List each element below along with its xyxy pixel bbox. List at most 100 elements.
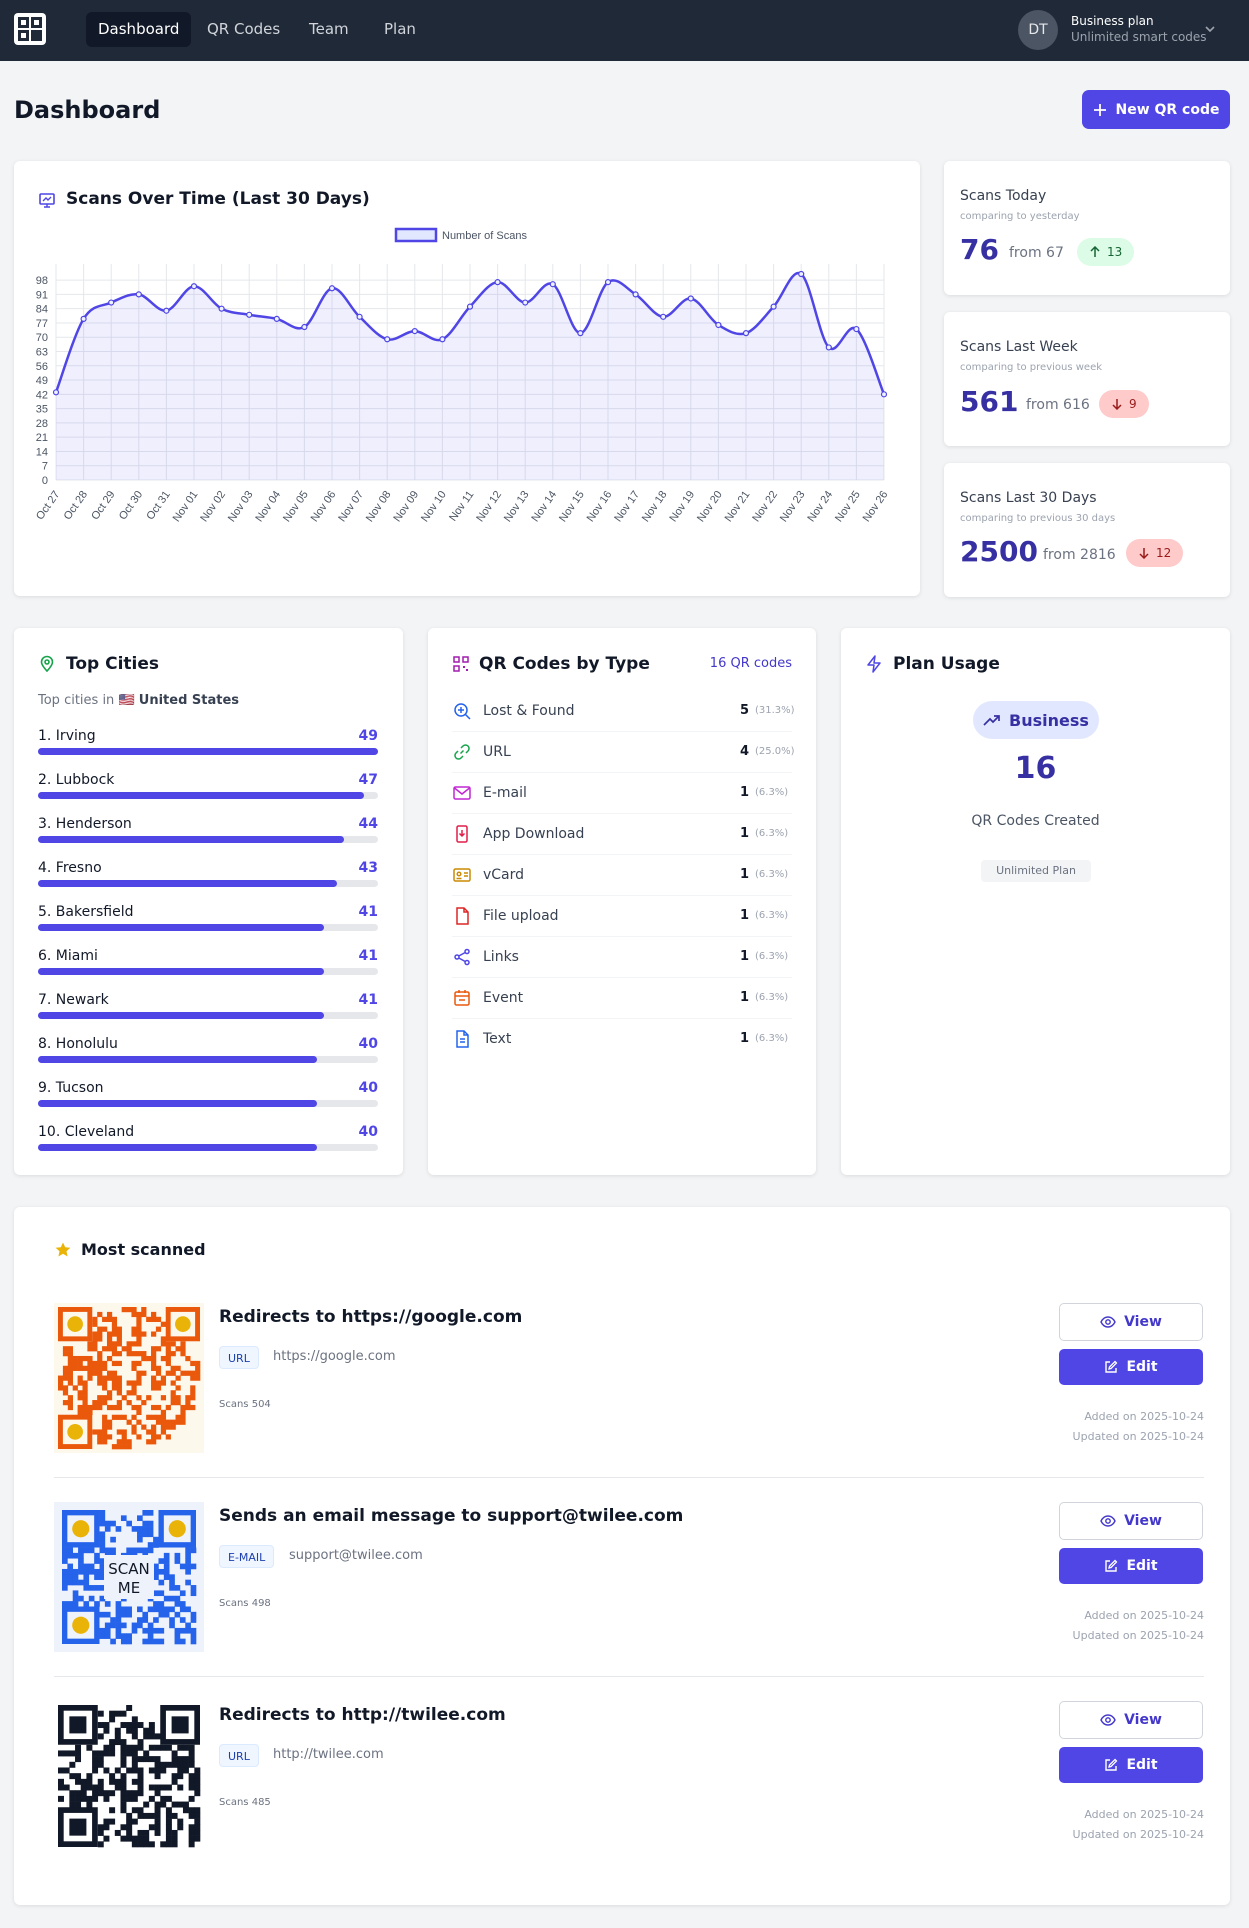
account-plan-name[interactable]: Business plan	[1071, 14, 1154, 28]
file-icon	[456, 907, 469, 925]
qr-type-row[interactable]: Links 1 (6.3%)	[452, 937, 792, 978]
view-button[interactable]: View	[1059, 1502, 1203, 1540]
qr-item-title[interactable]: Sends an email message to support@twilee…	[219, 1506, 683, 1526]
qr-scan-me-label: SCAN	[108, 1560, 149, 1578]
qr-module	[99, 1627, 106, 1634]
nav-qr-codes[interactable]: QR Codes	[195, 12, 292, 47]
qr-module	[131, 1727, 138, 1734]
qr-module	[97, 1784, 104, 1791]
qr-module	[160, 1321, 167, 1327]
qr-module	[58, 1784, 64, 1791]
qr-module	[151, 1439, 157, 1445]
qr-type-row[interactable]: Text 1 (6.3%)	[452, 1019, 792, 1060]
qr-module	[126, 1341, 132, 1347]
qr-module	[158, 1590, 165, 1597]
chart-data-point	[356, 313, 363, 320]
most-scanned-item: SCAN ME Sends an email message to support…	[54, 1502, 1204, 1662]
qr-module	[131, 1326, 137, 1332]
qr-module	[163, 1568, 170, 1575]
qr-code-thumbnail-orange[interactable]	[54, 1303, 204, 1453]
qr-module	[126, 1824, 133, 1831]
new-qr-code-button[interactable]: New QR code	[1082, 90, 1230, 129]
qr-module	[131, 1722, 138, 1729]
qr-module	[106, 1341, 113, 1347]
qr-module	[137, 1617, 143, 1623]
qr-module	[175, 1400, 181, 1406]
qr-module	[153, 1536, 159, 1543]
chart-y-tick-label: 0	[42, 475, 48, 487]
qr-type-row[interactable]: App Download 1 (6.3%)	[452, 814, 792, 855]
qr-code-thumbnail-blue[interactable]: SCANME	[54, 1502, 204, 1652]
qr-module	[137, 1778, 144, 1785]
qr-type-row[interactable]: E-mail 1 (6.3%)	[452, 773, 792, 814]
chart-x-tick-label: Oct 30	[117, 489, 145, 522]
qr-module	[160, 1424, 167, 1430]
qr-module	[171, 1812, 178, 1819]
app-logo-icon[interactable]	[13, 12, 47, 46]
qr-module	[99, 1611, 106, 1618]
chevron-down-icon[interactable]	[1203, 22, 1217, 36]
qr-type-row[interactable]: URL 4 (25.0%)	[452, 732, 795, 773]
edit-button[interactable]: Edit	[1059, 1548, 1203, 1584]
qr-module	[115, 1627, 122, 1634]
chart-x-tick-label: Nov 02	[198, 489, 228, 524]
chart-x-tick-label: Nov 23	[778, 489, 808, 524]
qr-module	[75, 1801, 82, 1808]
qr-type-row[interactable]: Event 1 (6.3%)	[452, 978, 792, 1019]
qr-type-row[interactable]: Lost & Found 5 (31.3%)	[452, 691, 795, 732]
qr-module	[126, 1307, 132, 1313]
qr-module	[92, 1429, 98, 1435]
view-button[interactable]: View	[1059, 1701, 1203, 1739]
qr-type-percent: (6.3%)	[755, 828, 789, 839]
chart-data-point	[273, 315, 280, 322]
qr-module	[174, 1638, 181, 1645]
qr-module	[97, 1439, 103, 1445]
qr-module	[169, 1606, 175, 1613]
qr-module	[160, 1744, 167, 1751]
qr-module	[185, 1606, 191, 1613]
qr-module	[92, 1346, 98, 1352]
city-name: 8. Honolulu	[38, 1036, 118, 1052]
qr-module	[154, 1812, 161, 1819]
qr-module	[155, 1404, 162, 1411]
qr-module	[143, 1727, 150, 1734]
qr-module	[185, 1627, 191, 1634]
qr-module	[126, 1727, 133, 1734]
qr-module	[163, 1574, 170, 1580]
chart-y-tick-label: 63	[36, 347, 48, 359]
qr-code-thumbnail-black[interactable]	[54, 1701, 204, 1851]
user-avatar[interactable]: DT	[1018, 10, 1058, 50]
qr-finder-pattern	[72, 1520, 90, 1538]
qr-module	[165, 1360, 171, 1367]
chart-x-tick-label: Nov 05	[281, 489, 311, 524]
qr-module	[106, 1311, 113, 1318]
nav-plan[interactable]: Plan	[372, 12, 428, 47]
qr-item-title[interactable]: Redirects to https://google.com	[219, 1307, 522, 1327]
qr-module	[94, 1601, 100, 1607]
qr-item-title[interactable]: Redirects to http://twilee.com	[219, 1705, 506, 1725]
qr-module	[111, 1341, 118, 1347]
nav-dashboard[interactable]: Dashboard	[86, 12, 192, 47]
qr-module	[110, 1536, 116, 1543]
qr-module	[110, 1638, 116, 1645]
qr-module	[126, 1705, 133, 1711]
qr-type-percent: (6.3%)	[755, 1033, 789, 1044]
qr-module	[131, 1835, 138, 1842]
qr-type-row[interactable]: File upload 1 (6.3%)	[452, 896, 792, 937]
nav-team[interactable]: Team	[297, 12, 361, 47]
view-button[interactable]: View	[1059, 1303, 1203, 1341]
qr-types-total-link[interactable]: 16 QR codes	[710, 656, 792, 671]
qr-module	[104, 1547, 111, 1554]
chart-x-tick-label: Nov 17	[612, 489, 642, 524]
edit-button[interactable]: Edit	[1059, 1747, 1203, 1783]
qr-module	[143, 1812, 150, 1819]
edit-button[interactable]: Edit	[1059, 1349, 1203, 1385]
qr-module	[158, 1627, 165, 1634]
qr-module	[115, 1601, 122, 1607]
qr-module	[97, 1429, 103, 1435]
qr-module	[158, 1606, 165, 1613]
qr-module	[97, 1311, 103, 1318]
qr-type-row[interactable]: vCard 1 (6.3%)	[452, 855, 792, 896]
qr-module	[80, 1778, 87, 1785]
qr-module	[180, 1414, 186, 1420]
